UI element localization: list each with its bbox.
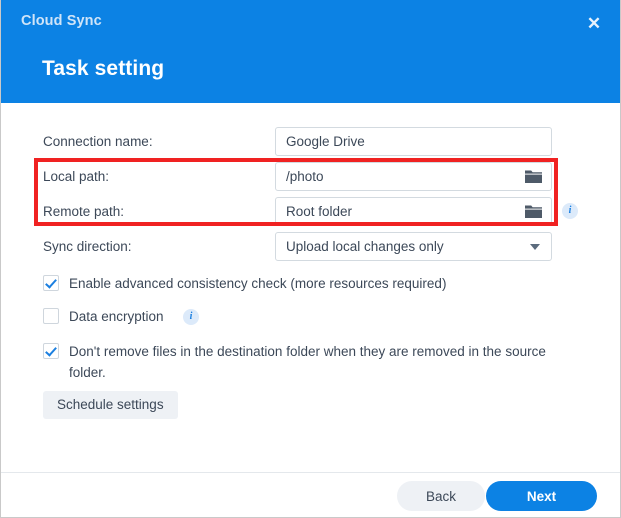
checkbox-data-encryption[interactable] [43,308,59,324]
value-connection-name: Google Drive [286,128,365,155]
value-local-path: /photo [286,163,324,190]
info-icon-remote-path[interactable]: i [562,203,578,219]
checkbox-label-consistency-check: Enable advanced consistency check (more … [69,273,446,294]
app-title: Cloud Sync [21,13,102,29]
input-local-path[interactable]: /photo [275,162,552,191]
value-remote-path: Root folder [286,198,352,225]
schedule-settings-button[interactable]: Schedule settings [43,391,178,419]
dialog-body: Connection name: Google Drive Local path… [1,103,621,472]
value-sync-direction: Upload local changes only [286,233,444,260]
select-sync-direction[interactable]: Upload local changes only [275,232,552,261]
checkbox-keep-destination-files[interactable] [43,343,59,359]
label-remote-path: Remote path: [43,204,124,219]
input-remote-path[interactable]: Root folder [275,197,552,226]
folder-icon[interactable] [525,204,542,219]
checkbox-label-keep-destination-files: Don't remove files in the destination fo… [69,341,569,383]
input-connection-name[interactable]: Google Drive [275,127,552,156]
back-button[interactable]: Back [397,481,485,511]
label-local-path: Local path: [43,169,109,184]
chevron-down-icon[interactable] [530,244,540,250]
label-sync-direction: Sync direction: [43,239,132,254]
info-icon-data-encryption[interactable]: i [183,309,199,325]
dialog-header: Cloud Sync ✕ Task setting [1,0,621,103]
label-connection-name: Connection name: [43,134,153,149]
close-icon[interactable]: ✕ [583,13,605,35]
checkbox-label-data-encryption: Data encryption [69,306,164,327]
dialog-footer: Back Next [1,472,621,518]
checkbox-consistency-check[interactable] [43,275,59,291]
next-button[interactable]: Next [486,481,597,511]
folder-icon[interactable] [525,169,542,184]
page-title: Task setting [42,57,164,81]
cloud-sync-dialog: Cloud Sync ✕ Task setting Connection nam… [0,0,621,518]
